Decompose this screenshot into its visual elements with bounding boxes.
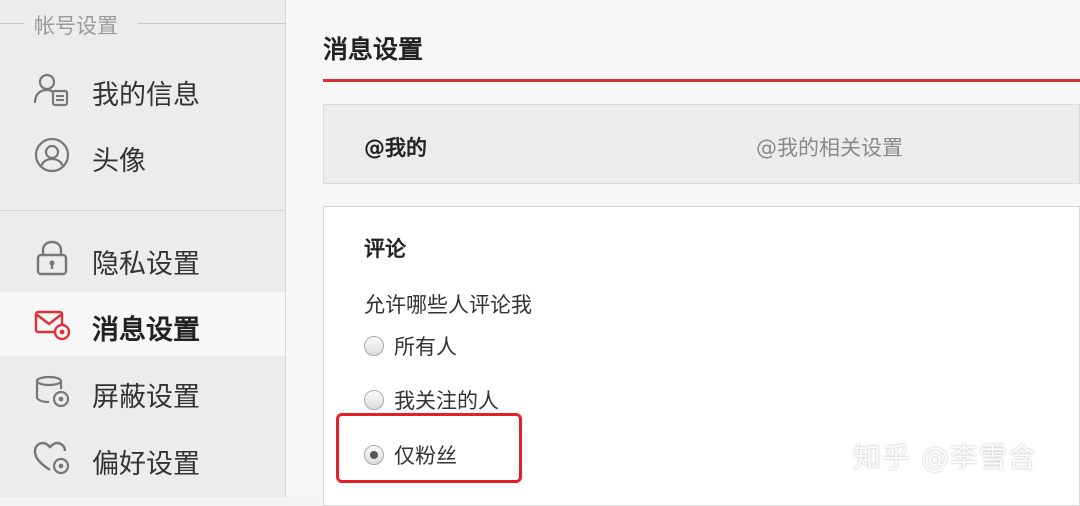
radio-label: 我关注的人 (394, 389, 499, 413)
sidebar-item-privacy[interactable]: 隐私设置 (0, 226, 285, 290)
radio-label: 所有人 (394, 335, 457, 359)
radio-option-everyone[interactable]: 所有人 (364, 331, 457, 361)
annotation-highlight-box (336, 413, 522, 483)
block-settings-icon (35, 375, 70, 408)
sidebar-item-my-info[interactable]: 我的信息 (0, 57, 285, 121)
group-header-line (138, 23, 285, 24)
at-me-section-title: @我的 (364, 136, 427, 160)
sidebar-divider (0, 210, 285, 211)
sidebar-item-preference-settings[interactable]: 偏好设置 (0, 426, 285, 490)
lock-icon (36, 240, 68, 276)
title-underline (323, 79, 1080, 82)
message-settings-icon (34, 310, 71, 341)
sidebar-item-avatar[interactable]: 头像 (0, 123, 285, 187)
sidebar-item-block-settings[interactable]: 屏蔽设置 (0, 359, 285, 423)
radio-option-following[interactable]: 我关注的人 (364, 385, 499, 415)
radio-button[interactable] (364, 390, 384, 410)
preference-settings-icon (33, 441, 70, 475)
sidebar-item-label: 头像 (92, 146, 146, 177)
radio-button[interactable] (364, 336, 384, 356)
sidebar-item-label: 我的信息 (92, 80, 200, 111)
group-header-line (0, 23, 24, 24)
account-settings-group-header: 帐号设置 (0, 6, 285, 40)
sidebar-item-message-settings[interactable]: 消息设置 (0, 292, 285, 356)
settings-sidebar: 帐号设置 我的信息 头像 隐私设置 消息设置 屏蔽设置 偏好设置 (0, 0, 286, 497)
sidebar-item-label: 消息设置 (92, 315, 200, 346)
avatar-icon (34, 137, 70, 173)
group-label: 帐号设置 (34, 14, 118, 38)
at-me-settings-card[interactable]: @我的 @我的相关设置 (323, 104, 1080, 184)
user-card-icon (33, 73, 69, 107)
watermark: 知乎 @李雪含 (853, 441, 1037, 474)
page-title: 消息设置 (323, 35, 424, 64)
sidebar-item-label: 隐私设置 (92, 249, 200, 280)
comment-section-title: 评论 (364, 237, 406, 261)
at-me-section-description: @我的相关设置 (756, 136, 903, 160)
sidebar-item-label: 偏好设置 (92, 449, 200, 480)
sidebar-item-label: 屏蔽设置 (92, 382, 200, 413)
comment-permission-question: 允许哪些人评论我 (364, 293, 532, 317)
